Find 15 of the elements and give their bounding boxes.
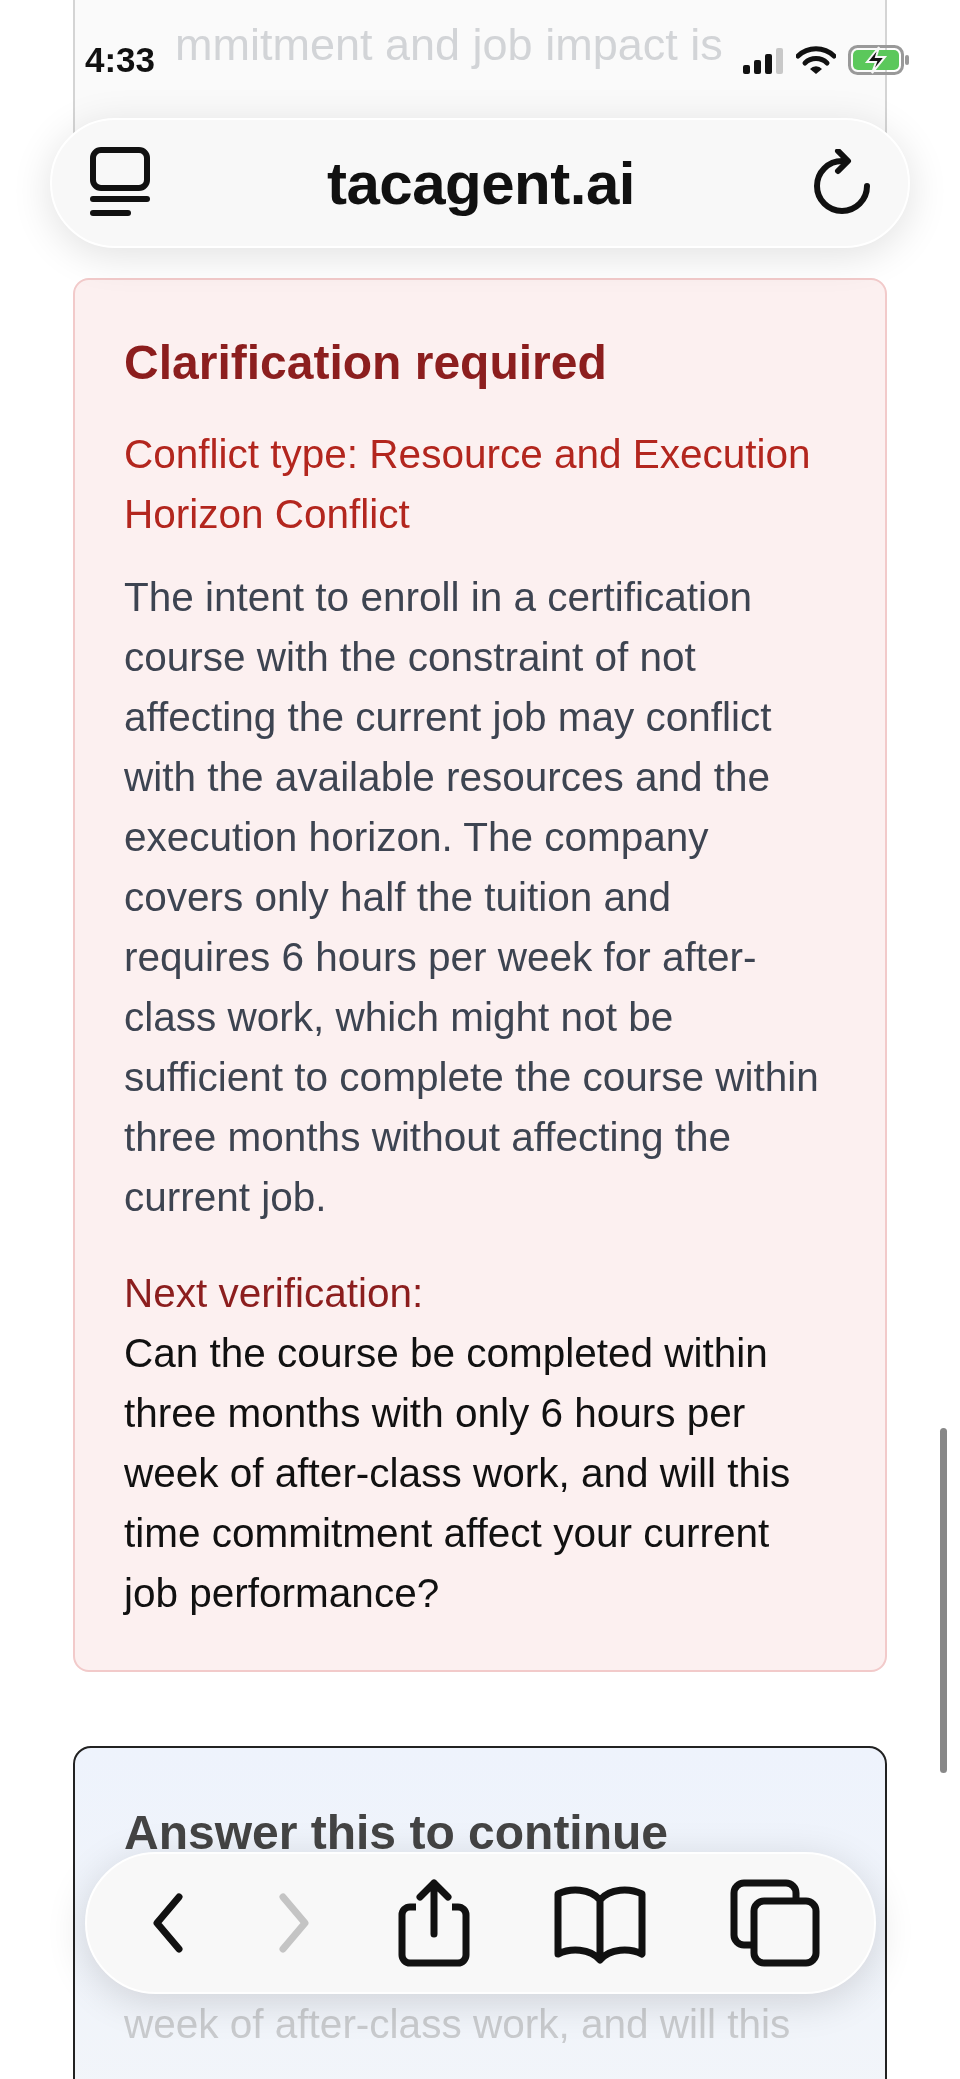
description-text: The intent to enroll in a certification course with the constraint of not affecting the current job may conflict with the available resources and the execution horizon. The company covers only half the tuition and requires 6 hours per week for after-class work, which might not be sufficient to complete the course within three months without affecting the current job.: [124, 573, 819, 1222]
reload-icon[interactable]: [812, 149, 872, 217]
card-title: Answer this to continue: [124, 1808, 669, 1858]
conflict-type: Conflict type: Resource and Execution Horizon Conflict: [124, 430, 812, 539]
question-text: Can the course be completed within three months with only 6 hours per week of after-class work, and will this time commitment affect your current job performance?: [124, 1329, 792, 1618]
tabs-list-icon[interactable]: [90, 147, 150, 219]
signal-icon: [742, 46, 784, 74]
tabs-icon[interactable]: [730, 1879, 820, 1967]
wifi-icon: [796, 45, 836, 75]
share-icon[interactable]: [397, 1879, 470, 1967]
url-text: tacagent.ai: [327, 148, 635, 218]
card-title: Clarification required: [124, 335, 607, 391]
clock-time: 4:33: [85, 40, 156, 80]
next-verification-label: Next verification:: [124, 1269, 424, 1318]
address-bar[interactable]: tacagent.ai: [50, 118, 910, 248]
